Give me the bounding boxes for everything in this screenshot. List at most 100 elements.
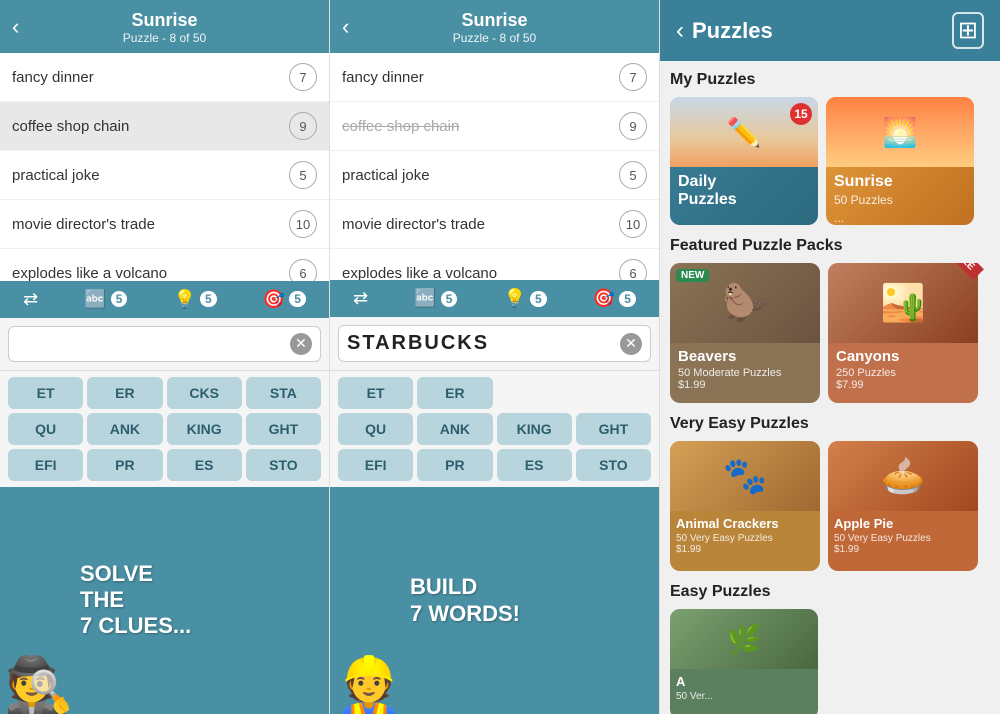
- new-badge: NEW: [676, 269, 709, 282]
- letter-tile[interactable]: ES: [497, 449, 572, 481]
- letter-tile[interactable]: KING: [497, 413, 572, 445]
- letters-badge: 5: [441, 291, 458, 307]
- daily-puzzles-card[interactable]: ✏️ 15 DailyPuzzles: [670, 97, 818, 225]
- clue-text: practical joke: [342, 167, 430, 184]
- clue-row[interactable]: practical joke 5: [330, 151, 659, 200]
- shuffle-button[interactable]: ⇄: [353, 288, 368, 309]
- hint-button[interactable]: 💡 5: [504, 288, 547, 309]
- letter-tile[interactable]: CKS: [167, 377, 242, 409]
- clue-text: fancy dinner: [12, 69, 94, 86]
- easy-pack-card[interactable]: 🌿 A 50 Ver...: [670, 609, 818, 714]
- apple-pie-card[interactable]: 🥧 Apple Pie 50 Very Easy Puzzles $1.99: [828, 441, 978, 571]
- easy-pack-image: 🌿: [670, 609, 818, 669]
- canyons-image: 🏜️: [828, 263, 978, 343]
- letter-tile[interactable]: ET: [338, 377, 413, 409]
- left-subtitle: Puzzle - 8 of 50: [8, 31, 321, 45]
- puzzles-header: ‹ Puzzles ⊞: [660, 0, 1000, 61]
- middle-header: ‹ Sunrise Puzzle - 8 of 50: [330, 0, 659, 53]
- check-button[interactable]: 🎯 5: [263, 289, 306, 310]
- left-header: ‹ Sunrise Puzzle - 8 of 50: [0, 0, 329, 53]
- beavers-sublabel: 50 Moderate Puzzles: [670, 367, 820, 379]
- letters-icon: 🔤: [84, 289, 106, 310]
- letter-tile[interactable]: STO: [576, 449, 651, 481]
- left-clear-button[interactable]: ✕: [290, 333, 312, 355]
- letter-tile[interactable]: GHT: [576, 413, 651, 445]
- clue-row[interactable]: movie director's trade 10: [0, 200, 329, 249]
- canyons-card[interactable]: 🏜️ SALE Canyons 250 Puzzles $7.99: [828, 263, 978, 403]
- middle-input-text: STARBUCKS: [347, 332, 614, 355]
- left-panel: ‹ Sunrise Puzzle - 8 of 50 fancy dinner …: [0, 0, 330, 714]
- clue-text: coffee shop chain: [342, 118, 459, 135]
- middle-clear-button[interactable]: ✕: [620, 333, 642, 355]
- clue-row[interactable]: explodes like a volcano 6: [330, 249, 659, 280]
- apple-pie-image: 🥧: [828, 441, 978, 511]
- clue-row[interactable]: movie director's trade 10: [330, 200, 659, 249]
- clue-row[interactable]: fancy dinner 7: [330, 53, 659, 102]
- middle-title: Sunrise: [338, 10, 651, 31]
- shuffle-button[interactable]: ⇄: [23, 289, 38, 310]
- letter-tile[interactable]: ANK: [417, 413, 492, 445]
- letter-tile[interactable]: EFI: [8, 449, 83, 481]
- left-mascot-area: 🕵️ SOLVETHE7 CLUES...: [0, 487, 329, 714]
- clue-number: 10: [619, 210, 647, 238]
- middle-mascot-emoji: 👷: [334, 658, 404, 714]
- letter-tile[interactable]: ES: [167, 449, 242, 481]
- clue-number: 5: [619, 161, 647, 189]
- letter-tile[interactable]: PR: [87, 449, 162, 481]
- letter-tile[interactable]: QU: [338, 413, 413, 445]
- letter-tile[interactable]: GHT: [246, 413, 321, 445]
- beavers-card[interactable]: 🦫 NEW Beavers 50 Moderate Puzzles $1.99: [670, 263, 820, 403]
- daily-puzzles-label: DailyPuzzles: [670, 167, 818, 211]
- letter-tile[interactable]: QU: [8, 413, 83, 445]
- left-word-input[interactable]: ✕: [8, 326, 321, 362]
- letter-tile[interactable]: ANK: [87, 413, 162, 445]
- puzzles-collection-icon[interactable]: ⊞: [952, 12, 984, 49]
- beavers-label: Beavers: [670, 343, 820, 367]
- clue-row[interactable]: coffee shop chain 9: [0, 102, 329, 151]
- middle-input-area: STARBUCKS ✕: [330, 317, 659, 371]
- hint-button[interactable]: 💡 5: [174, 289, 217, 310]
- clue-row[interactable]: practical joke 5: [0, 151, 329, 200]
- easy-section-title: Easy Puzzles: [670, 583, 990, 601]
- letters-button[interactable]: 🔤 5: [84, 289, 127, 310]
- letter-tile[interactable]: EFI: [338, 449, 413, 481]
- sunrise-image: 🌅: [826, 97, 974, 167]
- clue-row[interactable]: coffee shop chain 9: [330, 102, 659, 151]
- left-mascot-emoji: 🕵️: [4, 658, 74, 714]
- hint-badge: 5: [200, 291, 217, 307]
- letter-tile[interactable]: STO: [246, 449, 321, 481]
- letter-tile[interactable]: ER: [417, 377, 492, 409]
- animal-crackers-image: 🐾: [670, 441, 820, 511]
- shuffle-icon: ⇄: [23, 289, 38, 310]
- clue-number: 7: [619, 63, 647, 91]
- beavers-price: $1.99: [670, 379, 820, 395]
- letter-tile[interactable]: KING: [167, 413, 242, 445]
- animal-crackers-sublabel: 50 Very Easy Puzzles: [670, 533, 820, 544]
- clue-row[interactable]: fancy dinner 7: [0, 53, 329, 102]
- letters-icon: 🔤: [414, 288, 436, 309]
- animal-crackers-card[interactable]: 🐾 Animal Crackers 50 Very Easy Puzzles $…: [670, 441, 820, 571]
- clue-text: explodes like a volcano: [342, 265, 497, 281]
- canyon-icon: 🏜️: [828, 263, 978, 343]
- letter-tile[interactable]: STA: [246, 377, 321, 409]
- clue-row[interactable]: explodes like a volcano 6: [0, 249, 329, 281]
- letter-tile[interactable]: ER: [87, 377, 162, 409]
- puzzles-back-button[interactable]: ‹: [676, 17, 684, 45]
- easy-pack-label: A: [670, 669, 818, 691]
- middle-word-input[interactable]: STARBUCKS ✕: [338, 325, 651, 362]
- letters-badge: 5: [111, 291, 128, 307]
- check-icon: 🎯: [263, 289, 285, 310]
- hint-icon: 💡: [504, 288, 526, 309]
- clue-text: movie director's trade: [342, 216, 485, 233]
- sunrise-card[interactable]: 🌅 Sunrise 50 Puzzles ...: [826, 97, 974, 225]
- featured-card-row: 🦫 NEW Beavers 50 Moderate Puzzles $1.99 …: [670, 263, 990, 403]
- letter-tile[interactable]: ET: [8, 377, 83, 409]
- hint-icon: 💡: [174, 289, 196, 310]
- check-badge: 5: [289, 291, 306, 307]
- pie-icon: 🥧: [828, 441, 978, 511]
- letter-tile[interactable]: PR: [417, 449, 492, 481]
- clue-number: 6: [289, 259, 317, 281]
- apple-pie-label: Apple Pie: [828, 511, 978, 533]
- check-button[interactable]: 🎯 5: [593, 288, 636, 309]
- letters-button[interactable]: 🔤 5: [414, 288, 457, 309]
